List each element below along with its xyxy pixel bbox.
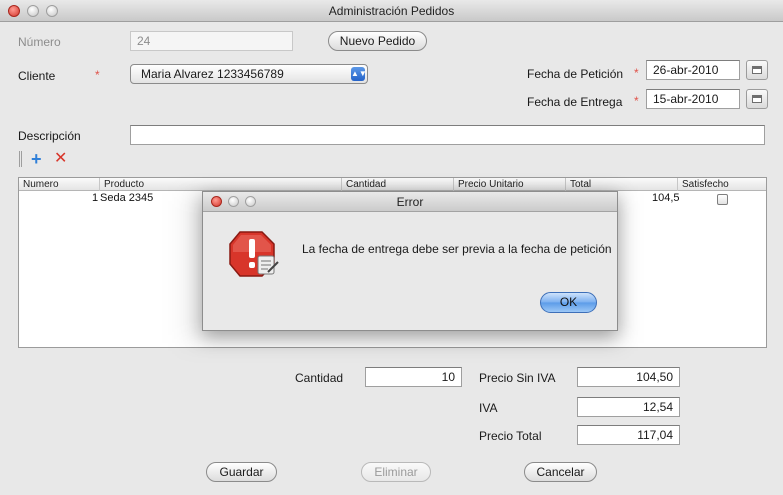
- descripcion-label: Descripción: [18, 129, 81, 143]
- column-header-total[interactable]: Total: [565, 178, 677, 191]
- fecha-peticion-calendar-button[interactable]: [746, 60, 768, 80]
- plus-icon[interactable]: +: [31, 150, 45, 168]
- cell-numero[interactable]: 1: [92, 192, 98, 204]
- descripcion-field[interactable]: [130, 125, 765, 145]
- cliente-select[interactable]: Maria Alvarez 1233456789 ▲▼: [130, 64, 368, 84]
- dialog-title: Error: [396, 195, 424, 209]
- column-header-precio-unitario[interactable]: Precio Unitario: [453, 178, 565, 191]
- cell-total[interactable]: 104,5: [652, 192, 680, 204]
- window-title: Administración Pedidos: [328, 4, 455, 18]
- calendar-icon: [752, 95, 762, 103]
- nuevo-pedido-button[interactable]: Nuevo Pedido: [328, 31, 427, 51]
- dialog-title-bar[interactable]: Error: [203, 192, 617, 212]
- fecha-peticion-label: Fecha de Petición: [527, 67, 624, 81]
- cantidad-field[interactable]: 10: [365, 367, 462, 387]
- cliente-label: Cliente: [18, 69, 56, 83]
- satisfecho-checkbox[interactable]: [717, 194, 728, 205]
- calendar-icon: [752, 66, 762, 74]
- table-header: Numero Producto Cantidad Precio Unitario…: [19, 178, 766, 191]
- fecha-entrega-field[interactable]: 15-abr-2010: [646, 89, 740, 109]
- required-indicator: *: [95, 68, 100, 82]
- stop-warning-icon: [229, 231, 279, 277]
- column-header-numero[interactable]: Numero: [19, 178, 99, 191]
- fecha-entrega-label: Fecha de Entrega: [527, 95, 623, 109]
- fecha-peticion-field[interactable]: 26-abr-2010: [646, 60, 740, 80]
- eliminar-button: Eliminar: [361, 462, 431, 482]
- cliente-select-value: Maria Alvarez 1233456789: [141, 67, 284, 81]
- numero-label: Número: [18, 35, 61, 49]
- column-header-cantidad[interactable]: Cantidad: [341, 178, 453, 191]
- toolbar-grip: [19, 151, 22, 167]
- cancelar-button[interactable]: Cancelar: [524, 462, 597, 482]
- cantidad-label: Cantidad: [295, 371, 344, 385]
- numero-field: 24: [130, 31, 293, 51]
- error-dialog: Error La fecha de entrega debe ser previ…: [202, 191, 618, 331]
- column-header-producto[interactable]: Producto: [99, 178, 341, 191]
- precio-sin-iva-label: Precio Sin IVA: [479, 371, 556, 385]
- iva-field: 12,54: [577, 397, 680, 417]
- main-window: Administración Pedidos Número 24 Nuevo P…: [0, 0, 783, 495]
- delete-x-icon[interactable]: ✕: [54, 151, 68, 167]
- precio-total-label: Precio Total: [479, 429, 542, 443]
- title-bar[interactable]: Administración Pedidos: [0, 0, 783, 22]
- required-indicator: *: [634, 66, 639, 80]
- column-header-satisfecho[interactable]: Satisfecho: [677, 178, 768, 191]
- precio-total-field: 117,04: [577, 425, 680, 445]
- guardar-button[interactable]: Guardar: [206, 462, 277, 482]
- fecha-entrega-calendar-button[interactable]: [746, 89, 768, 109]
- precio-sin-iva-field: 104,50: [577, 367, 680, 387]
- cell-producto[interactable]: Seda 2345: [100, 192, 153, 204]
- updown-arrow-icon: ▲▼: [351, 67, 367, 81]
- required-indicator: *: [634, 94, 639, 108]
- ok-button[interactable]: OK: [540, 292, 597, 313]
- dialog-message: La fecha de entrega debe ser previa a la…: [302, 242, 612, 256]
- iva-label: IVA: [479, 401, 498, 415]
